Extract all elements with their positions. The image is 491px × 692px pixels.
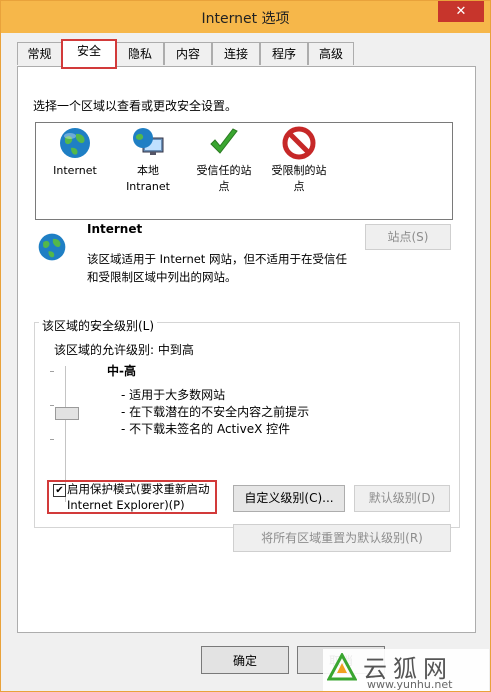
custom-level-button[interactable]: 自定义级别(C)...	[233, 485, 345, 512]
zone-internet[interactable]: Internet	[51, 125, 99, 179]
selected-zone-name: Internet	[87, 222, 143, 236]
slider-tick	[50, 439, 54, 440]
tab-programs[interactable]: 程序	[260, 42, 308, 65]
ok-button[interactable]: 确定	[201, 646, 289, 674]
intranet-icon	[133, 128, 164, 155]
level-bullet-2: - 在下载潜在的不安全内容之前提示	[121, 405, 310, 419]
slider-tick	[50, 371, 54, 372]
selected-zone-description-1: 该区域适用于 Internet 网站，但不适用于在受信任	[87, 252, 347, 266]
internet-options-window: Internet 选项 ✕ 常规 安全 隐私 内容 连接 程序 高级 选择一个区…	[0, 0, 491, 692]
title-bar[interactable]: Internet 选项 ✕	[1, 1, 490, 33]
security-tab-highlight	[61, 39, 117, 69]
globe-icon	[60, 128, 90, 158]
zone-label-internet: Internet	[53, 164, 97, 177]
selected-zone-globe-icon	[38, 233, 66, 261]
watermark-url: www.yunhu.net	[367, 678, 453, 691]
tab-advanced[interactable]: 高级	[308, 42, 354, 65]
watermark-logo-icon	[327, 653, 357, 681]
level-bullet-3: - 不下载未签名的 ActiveX 控件	[121, 422, 291, 436]
tab-privacy[interactable]: 隐私	[116, 42, 164, 65]
allowed-levels-text: 该区域的允许级别: 中到高	[54, 343, 194, 357]
security-level-group-label: 该区域的安全级别(L)	[39, 317, 158, 334]
close-button[interactable]: ✕	[438, 1, 484, 22]
tab-connections[interactable]: 连接	[212, 42, 260, 65]
zone-label-restricted: 受限制的站 点	[271, 164, 327, 193]
zone-list[interactable]: Internet 本地 Intranet 受信任的站 点 受限制的站 点	[35, 122, 453, 220]
protected-mode-label-1[interactable]: 启用保护模式(要求重新启动	[67, 481, 210, 497]
zone-prompt: 选择一个区域以查看或更改安全设置。	[33, 99, 238, 113]
sites-button[interactable]: 站点(S)	[365, 224, 451, 250]
default-level-button[interactable]: 默认级别(D)	[354, 485, 450, 512]
reset-all-zones-button[interactable]: 将所有区域重置为默认级别(R)	[233, 524, 451, 552]
zone-restricted-sites[interactable]: 受限制的站 点	[266, 125, 332, 195]
slider-tick	[50, 405, 54, 406]
selected-zone-description-2: 和受限制区域中列出的网站。	[87, 270, 237, 284]
zone-label-intranet: 本地 Intranet	[126, 164, 170, 193]
protected-mode-checkbox[interactable]: ✔	[53, 484, 66, 497]
security-slider-thumb[interactable]	[55, 407, 79, 420]
window-title: Internet 选项	[201, 11, 290, 27]
tab-general[interactable]: 常规	[17, 42, 62, 65]
tab-content[interactable]: 内容	[164, 42, 212, 65]
security-level-name: 中-高	[107, 364, 136, 378]
watermark: 云狐网 www.yunhu.net	[323, 649, 489, 691]
zone-label-trusted: 受信任的站 点	[196, 164, 252, 193]
zone-local-intranet[interactable]: 本地 Intranet	[118, 125, 178, 195]
protected-mode-label-2[interactable]: Internet Explorer)(P)	[67, 498, 185, 512]
level-bullet-1: - 适用于大多数网站	[121, 388, 226, 402]
trusted-check-icon	[210, 128, 238, 154]
restricted-no-icon	[282, 126, 316, 160]
zone-trusted-sites[interactable]: 受信任的站 点	[191, 125, 257, 195]
